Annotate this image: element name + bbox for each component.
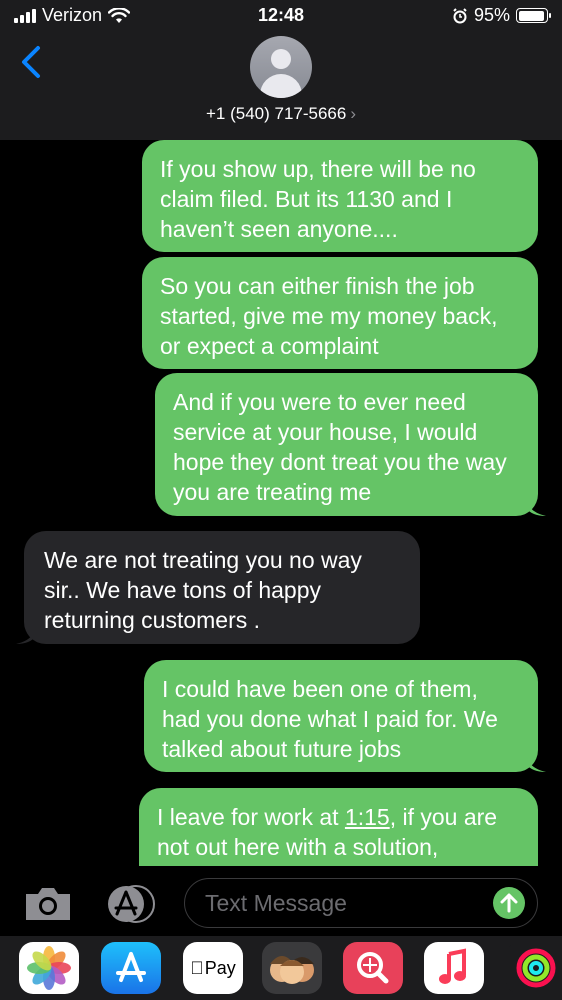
web-search-icon[interactable] xyxy=(343,942,403,994)
activity-icon[interactable] xyxy=(506,942,562,994)
battery-icon xyxy=(516,8,551,23)
conversation-header: Verizon 12:48 95% +1 (540) 717-5666 › xyxy=(0,0,562,140)
message-bubble-sent[interactable]: If you show up, there will be no claim f… xyxy=(142,140,538,252)
avatar-head xyxy=(271,49,291,69)
bubble-tail xyxy=(526,754,546,772)
message-text: So you can either finish the job started… xyxy=(160,273,498,359)
alarm-icon xyxy=(453,7,467,23)
app-drawer: Pay xyxy=(0,936,562,1000)
message-bubble-sent[interactable]: And if you were to ever need service at … xyxy=(155,373,546,516)
status-right: 95% xyxy=(452,5,551,26)
app-store-icon[interactable] xyxy=(101,942,161,994)
chevron-right-icon: › xyxy=(350,104,357,123)
message-text: I could have been one of them, had you d… xyxy=(162,676,498,762)
message-text: If you show up, there will be no claim f… xyxy=(160,156,476,242)
bubble-tail xyxy=(526,498,546,516)
battery-percent: 95% xyxy=(473,5,510,25)
time-link[interactable]: 1:15 xyxy=(345,804,390,830)
camera-icon[interactable] xyxy=(22,884,74,924)
message-text: And if you were to ever need service at … xyxy=(173,389,507,505)
message-bubble-sent[interactable]: So you can either finish the job started… xyxy=(142,257,538,369)
composer-bar xyxy=(0,866,562,936)
message-text-part: I leave for work at xyxy=(157,804,345,830)
message-bubble-received[interactable]: We are not treating you no way sir.. We … xyxy=(16,531,420,644)
message-input-field[interactable] xyxy=(184,878,538,928)
phone-number-text: +1 (540) 717-5666 xyxy=(205,104,347,123)
arrow-up-icon xyxy=(500,893,518,913)
memoji-icon[interactable] xyxy=(262,942,322,994)
app-store-icon[interactable] xyxy=(104,882,156,926)
photos-icon[interactable] xyxy=(19,942,79,994)
back-chevron-icon[interactable] xyxy=(16,44,46,80)
contact-phone-number[interactable]: +1 (540) 717-5666 › xyxy=(0,104,562,124)
avatar-body xyxy=(260,74,302,98)
message-bubble-sent[interactable]: I could have been one of them, had you d… xyxy=(144,660,546,772)
send-button[interactable] xyxy=(493,887,525,919)
apple-logo-icon:  xyxy=(190,958,204,979)
status-bar: Verizon 12:48 95% xyxy=(0,0,562,30)
message-text: I leave for work at 1:15, if you are not… xyxy=(157,802,520,862)
contact-avatar[interactable] xyxy=(250,36,312,98)
message-text: We are not treating you no way sir.. We … xyxy=(44,547,362,633)
apple-pay-icon[interactable]: Pay xyxy=(183,942,243,994)
text-message-input[interactable] xyxy=(203,887,477,919)
music-icon[interactable] xyxy=(424,942,484,994)
bubble-tail xyxy=(16,626,36,644)
apple-pay-label: Pay xyxy=(197,957,236,978)
